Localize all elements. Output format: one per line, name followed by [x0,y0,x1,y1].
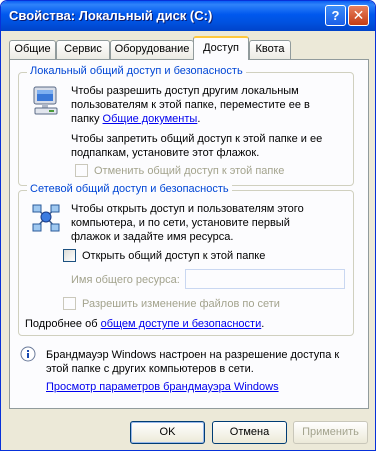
share-folder-checkbox[interactable] [63,249,76,262]
local-sharing-legend: Локальный общий доступ и безопасность [27,65,246,77]
unshare-checkbox[interactable] [75,164,88,177]
learn-more-prefix: Подробнее об [25,318,101,330]
unshare-checkbox-label: Отменить общий доступ к этой папке [94,165,285,177]
local-sharing-group: Локальный общий доступ и безопасность Чт… [18,65,354,186]
ok-button[interactable]: OK [130,421,205,444]
network-sharing-legend: Сетевой общий доступ и безопасность [27,183,232,195]
sharing-security-link[interactable]: общем доступе и безопасности [101,318,262,330]
network-text-1: Чтобы открыть доступ и пользователям это… [71,203,304,215]
tab-tools[interactable]: Сервис [56,40,110,59]
tab-sharing[interactable]: Доступ [193,36,249,60]
sharing-page: Локальный общий доступ и безопасность Чт… [9,59,369,409]
apply-button[interactable]: Применить [293,421,368,444]
shared-documents-link[interactable]: Общие документы [103,113,198,125]
title-bar[interactable]: Свойства: Локальный диск (C:) ? ✕ [1,1,375,31]
local-text-2: пользователям к этой папке, переместите … [71,99,310,111]
network-icon [32,204,60,232]
network-sharing-group: Сетевой общий доступ и безопасность Чтоб… [18,183,354,336]
firewall-text-1: Брандмауэр Windows настроен на разрешени… [46,349,340,361]
learn-more-line: Подробнее об общем доступе и безопасност… [25,317,264,331]
firewall-text-2: этой папке с других компьютеров в сети. [46,363,254,375]
window-title: Свойства: Локальный диск (C:) [9,8,213,23]
share-name-label: Имя общего ресурса: [71,274,180,286]
local-text-3-suffix: . [197,113,201,125]
share-name-input[interactable] [185,269,345,289]
cancel-button[interactable]: Отмена [212,421,287,444]
help-button[interactable]: ? [325,5,346,26]
properties-window: Свойства: Локальный диск (C:) ? ✕ Общие … [0,0,376,451]
tab-general[interactable]: Общие [9,40,56,59]
network-text-2: компьютера, и по сети, установите первый [71,217,290,229]
allow-changes-checkbox[interactable] [63,297,76,310]
local-text-5: подпапкам, установите этот флажок. [71,147,260,159]
network-text-3: флажок и задайте имя ресурса. [71,231,234,243]
local-text-3-prefix: папку [71,113,103,125]
computer-icon [33,86,58,115]
firewall-settings-link[interactable]: Просмотр параметров брандмауэра Windows [46,380,279,394]
learn-more-suffix: . [261,318,265,330]
local-text-1: Чтобы разрешить доступ другим локальным [71,85,299,97]
tab-hardware[interactable]: Оборудование [110,40,194,59]
close-button[interactable]: ✕ [348,5,369,26]
allow-changes-checkbox-label: Разрешить изменение файлов по сети [82,298,280,310]
tab-strip: Общие Сервис Оборудование Доступ Квота [9,36,369,60]
info-icon [20,346,36,362]
share-folder-checkbox-label: Открыть общий доступ к этой папке [82,250,266,262]
local-text-3: папку Общие документы. [71,112,200,126]
local-text-4: Чтобы запретить общий доступ к этой папк… [71,133,323,145]
tab-quota[interactable]: Квота [249,40,291,59]
